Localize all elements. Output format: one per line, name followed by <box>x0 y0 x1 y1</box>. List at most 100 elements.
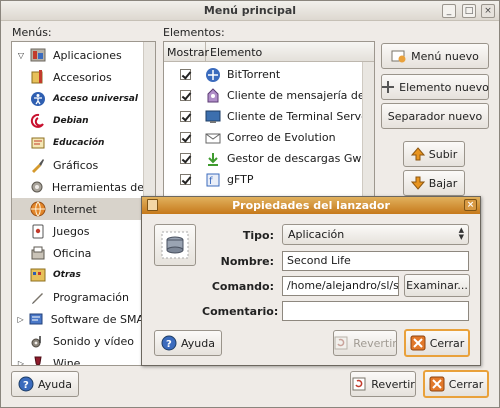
messaging-icon <box>205 87 221 104</box>
tree-item-debian[interactable]: Debian <box>12 110 144 132</box>
dialog-close-button[interactable]: Cerrar <box>404 329 470 357</box>
maximize-button[interactable]: □ <box>462 4 476 18</box>
tree-item-otras[interactable]: Otras <box>12 264 144 286</box>
type-selected-value: Aplicación <box>288 228 345 241</box>
new-separator-button[interactable]: Separador nuevo <box>381 103 489 129</box>
close-window-button[interactable]: × <box>481 4 495 18</box>
column-show-header[interactable]: Mostrar <box>164 42 209 62</box>
show-checkbox[interactable] <box>180 174 191 185</box>
dialog-help-label: Ayuda <box>181 336 215 350</box>
gwget-icon <box>205 151 221 167</box>
name-field[interactable]: Second Life <box>282 251 469 271</box>
comment-field[interactable] <box>282 301 469 321</box>
tree-item-graficos[interactable]: Gráficos <box>12 154 144 176</box>
tree-item-programacion[interactable]: Programación <box>12 286 144 308</box>
dialog-close-icon[interactable]: × <box>464 199 477 211</box>
browse-button[interactable]: Examinar... <box>404 274 470 297</box>
tree-item-wine[interactable]: ▷ Wine <box>12 352 144 366</box>
tree-item-herramientas[interactable]: Herramientas de <box>12 176 144 198</box>
tree-item-aplicaciones[interactable]: ▽ Aplicaciones <box>12 44 144 66</box>
tree-item-label: Accesorios <box>53 70 112 84</box>
revert-icon <box>351 376 367 392</box>
close-button[interactable]: Cerrar <box>423 370 489 398</box>
elements-list[interactable]: Mostrar Elemento BitTorrent Cliente de m… <box>163 41 375 201</box>
list-item[interactable]: BitTorrent <box>164 64 364 85</box>
tree-item-label: Sonido y vídeo <box>53 334 135 348</box>
close-x-icon <box>410 335 426 351</box>
show-checkbox[interactable] <box>180 132 191 143</box>
bittorrent-icon <box>205 67 221 83</box>
comment-label: Comentario: <box>202 305 279 318</box>
dialog-title: Propiedades del lanzador <box>232 199 390 212</box>
list-item[interactable]: Correo de Evolution <box>164 127 364 148</box>
revert-label: Revertir <box>371 377 415 391</box>
dialog-revert-label: Revertir <box>353 336 397 350</box>
tree-item-label: Oficina <box>53 246 92 260</box>
expander-right-icon[interactable]: ▷ <box>15 359 27 366</box>
show-checkbox[interactable] <box>180 90 191 101</box>
tree-item-educacion[interactable]: Educación <box>12 132 144 154</box>
list-item-label: Cliente de mensajería de Internet <box>227 89 364 102</box>
list-item-label: Cliente de Terminal Server <box>227 110 364 123</box>
tree-item-label: Juegos <box>53 224 90 238</box>
command-field[interactable]: /home/alejandro/sl/seco <box>282 276 399 296</box>
show-checkbox[interactable] <box>180 111 191 122</box>
new-item-button[interactable]: Elemento nuevo <box>381 74 489 100</box>
dialog-revert-button[interactable]: Revertir <box>333 330 397 356</box>
tree-item-accesorios[interactable]: Accesorios <box>12 66 144 88</box>
dialog-close-label: Cerrar <box>429 336 465 350</box>
dialog-title-bar[interactable]: Propiedades del lanzador × <box>142 197 480 214</box>
launcher-icon-button[interactable] <box>154 224 196 266</box>
programming-icon <box>29 288 47 306</box>
minimize-button[interactable]: _ <box>442 4 456 18</box>
close-x-icon <box>429 376 445 392</box>
type-select[interactable]: Aplicación ▲ ▼ <box>282 224 469 245</box>
type-label: Tipo: <box>242 229 274 242</box>
launcher-icon <box>161 231 189 259</box>
list-item[interactable]: f gFTP <box>164 169 364 190</box>
tree-item-label: Software de SMA <box>50 312 144 326</box>
column-element-header[interactable]: Elemento <box>210 46 262 59</box>
tree-item-label: Wine <box>53 356 81 366</box>
list-item-label: Gestor de descargas Gwget <box>227 152 364 165</box>
list-item[interactable]: Cliente de mensajería de Internet <box>164 85 364 106</box>
tools-icon <box>29 178 46 196</box>
list-item-label: BitTorrent <box>227 68 281 81</box>
title-bar[interactable]: Menú principal _ □ × <box>1 1 499 21</box>
graphics-icon <box>29 156 47 174</box>
list-item[interactable]: Gestor de descargas Gwget <box>164 148 364 169</box>
tree-item-sonido-video[interactable]: Sonido y vídeo <box>12 330 144 352</box>
add-icon <box>381 80 395 94</box>
tree-item-label: Internet <box>53 202 97 216</box>
new-menu-button[interactable]: Menú nuevo <box>381 43 489 69</box>
tree-item-label: Aplicaciones <box>53 48 122 62</box>
expander-down-icon[interactable]: ▽ <box>15 51 27 60</box>
tree-item-juegos[interactable]: Juegos <box>12 220 144 242</box>
tree-item-label: Educación <box>53 138 105 148</box>
new-menu-label: Menú nuevo <box>411 49 479 63</box>
show-checkbox[interactable] <box>180 69 191 80</box>
combo-arrows-icon: ▲ ▼ <box>458 226 464 241</box>
list-item-label: gFTP <box>227 173 254 186</box>
list-item[interactable]: Cliente de Terminal Server <box>164 106 364 127</box>
revert-button[interactable]: Revertir <box>350 371 416 397</box>
dialog-help-button[interactable]: ? Ayuda <box>154 330 222 356</box>
list-scrollbar[interactable] <box>362 62 374 200</box>
move-down-button[interactable]: Bajar <box>403 170 465 196</box>
tree-item-internet[interactable]: Internet <box>12 198 144 220</box>
move-up-button[interactable]: Subir <box>403 141 465 167</box>
expander-right-icon[interactable]: ▷ <box>15 315 26 324</box>
office-icon <box>29 244 47 262</box>
menu-tree[interactable]: ▽ Aplicaciones Accesorios Acceso univers… <box>11 41 156 366</box>
tree-item-acceso-universal[interactable]: Acceso universal <box>12 88 144 110</box>
tree-item-label: Acceso universal <box>53 94 138 104</box>
show-checkbox[interactable] <box>180 153 191 164</box>
launcher-properties-dialog: Propiedades del lanzador × Tipo: Aplicac… <box>141 196 481 366</box>
svg-text:f: f <box>209 176 213 187</box>
help-button[interactable]: ? Ayuda <box>11 371 79 397</box>
browse-label: Examinar... <box>406 279 468 292</box>
tree-item-software-sma[interactable]: ▷ Software de SMA <box>12 308 144 330</box>
move-down-label: Bajar <box>428 176 458 190</box>
tree-item-oficina[interactable]: Oficina <box>12 242 144 264</box>
debian-icon <box>29 112 47 130</box>
